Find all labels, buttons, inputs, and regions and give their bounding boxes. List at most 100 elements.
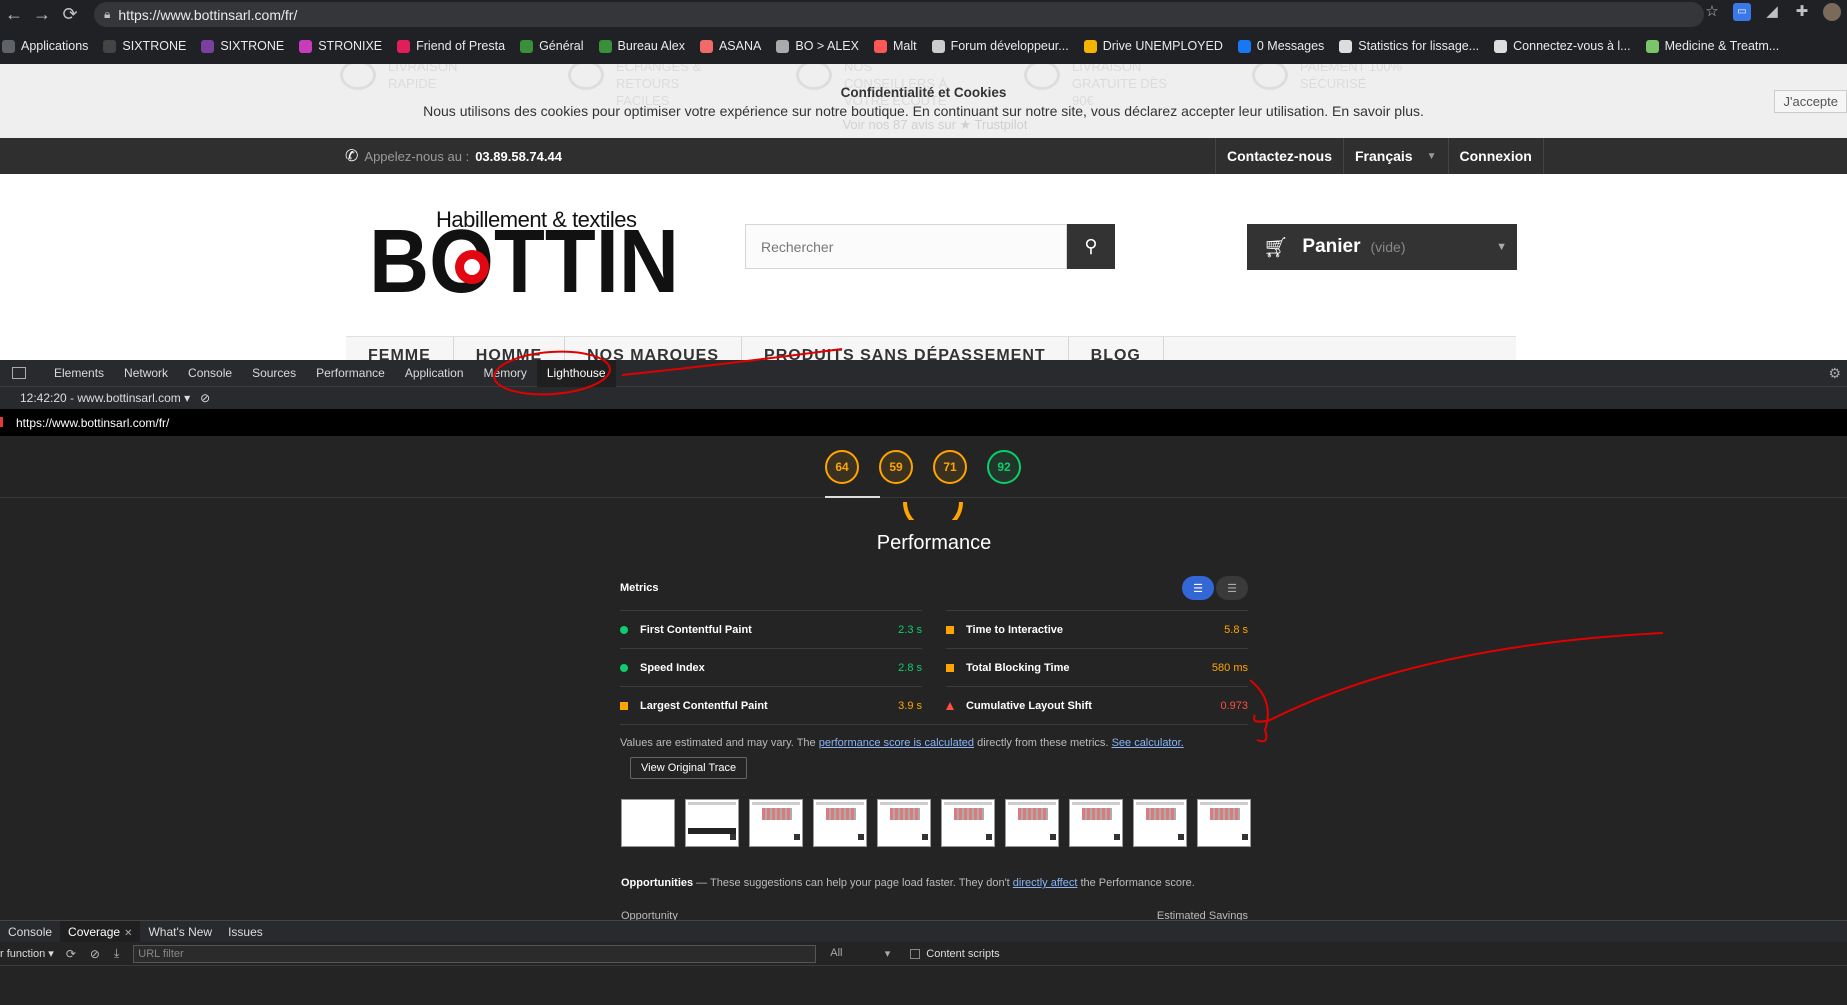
language-selector[interactable]: Français ▼ — [1343, 138, 1448, 174]
address-bar[interactable]: 🔒︎ https://www.bottinsarl.com/fr/ — [94, 2, 1704, 27]
close-icon[interactable]: ✕ — [124, 928, 132, 939]
bookmark-item[interactable]: Medicine & Treatm... — [1645, 39, 1780, 53]
dock-icon[interactable] — [12, 367, 26, 379]
bookmark-favicon-icon — [2, 39, 15, 53]
bookmark-item[interactable]: Statistics for lissage... — [1339, 39, 1479, 53]
profile-avatar[interactable] — [1823, 3, 1841, 21]
devtools-tab-elements[interactable]: Elements — [44, 360, 114, 387]
bookmark-label: Medicine & Treatm... — [1664, 39, 1780, 53]
site-logo[interactable]: Habillement & textiles BOTTIN — [369, 204, 681, 296]
score-gauges: 64 59 71 92 — [825, 450, 1021, 484]
bookmark-item[interactable]: Bureau Alex — [598, 39, 685, 53]
search-button[interactable]: ⚲ — [1067, 224, 1115, 269]
puzzle-icon[interactable]: ✚ — [1793, 3, 1811, 21]
download-icon[interactable]: ⤓ — [114, 946, 119, 961]
bookmark-item[interactable]: Général — [520, 39, 584, 53]
bookmark-favicon-icon — [299, 39, 313, 53]
devtools-tab-application[interactable]: Application — [395, 360, 474, 387]
trustpilot-link[interactable]: Voir nos 87 avis sur ★ Trustpilot — [0, 117, 1847, 133]
menu-item[interactable]: NOS MARQUES — [565, 337, 743, 360]
compact-view-icon[interactable]: ☰ — [1182, 576, 1214, 600]
bookmark-item[interactable]: BO > ALEX — [776, 39, 859, 53]
bookmark-item[interactable]: 0 Messages — [1237, 39, 1324, 53]
content-scripts-checkbox[interactable] — [910, 948, 921, 959]
score-gauge[interactable]: 71 — [933, 450, 967, 484]
cart-button[interactable]: 🛒︎ Panier (vide) ▼ — [1247, 224, 1517, 270]
coverage-toolbar: r function ▾ ⟳ ⊘ ⤓ All▾ Content scripts — [0, 942, 1847, 966]
devtools-tab-performance[interactable]: Performance — [306, 360, 395, 387]
metric-name: Cumulative Layout Shift — [966, 699, 1092, 712]
devtools-tab-network[interactable]: Network — [114, 360, 178, 387]
metric-value: 5.8 s — [1224, 623, 1248, 636]
reload-icon[interactable]: ⟳ — [56, 4, 84, 25]
forward-icon[interactable]: → — [28, 4, 56, 25]
filmstrip-frame — [1197, 799, 1251, 847]
bookmark-favicon-icon — [520, 39, 534, 53]
drawer-tab-what-s-new[interactable]: What's New — [140, 921, 220, 943]
bookmark-favicon-icon — [931, 39, 945, 53]
bookmark-favicon-icon — [201, 39, 215, 53]
type-filter-select[interactable]: All ▾ — [830, 947, 890, 960]
metrics-header: Metrics ☰ ☰ — [620, 572, 1248, 604]
metric-name: Speed Index — [640, 661, 705, 674]
clear-icon[interactable]: ⊘ — [90, 947, 100, 961]
drawer-tab-console[interactable]: Console — [0, 921, 60, 943]
metric-row: Total Blocking Time 580 ms — [946, 648, 1248, 686]
bookmark-favicon-icon — [598, 39, 612, 53]
coverage-mode-select[interactable]: r function ▾ — [0, 947, 54, 960]
score-calculated-link[interactable]: performance score is calculated — [819, 737, 974, 749]
bookmark-item[interactable]: Applications — [2, 39, 88, 53]
expanded-view-icon[interactable]: ☰ — [1216, 576, 1248, 600]
devtools-tab-console[interactable]: Console — [178, 360, 242, 387]
view-trace-button[interactable]: View Original Trace — [630, 757, 748, 779]
extension-icon[interactable]: ▭ — [1733, 3, 1751, 21]
star-icon[interactable]: ☆ — [1703, 3, 1721, 21]
menu-item[interactable]: PRODUITS SANS DÉPASSEMENT — [742, 337, 1069, 360]
menu-item[interactable]: HOMME — [454, 337, 566, 360]
score-gauge[interactable]: 64 — [825, 450, 859, 484]
bookmark-label: SIXTRONE — [122, 39, 187, 53]
address-url[interactable]: https://www.bottinsarl.com/fr/ — [118, 7, 297, 23]
devtools-panel: Elements Network Console Sources Performance… — [0, 359, 1847, 1005]
bookmark-label: BO > ALEX — [795, 39, 859, 53]
devtools-tab-memory[interactable]: Memory — [474, 360, 537, 387]
filmstrip-frame — [1133, 799, 1187, 847]
login-link[interactable]: Connexion — [1447, 138, 1544, 174]
metrics-title: Metrics — [620, 582, 659, 594]
cookie-accept-button[interactable]: J'accepte — [1774, 90, 1847, 113]
clear-icon[interactable]: ⊘ — [200, 391, 210, 405]
contact-link[interactable]: Contactez-nous — [1215, 138, 1343, 174]
metric-name: Total Blocking Time — [966, 661, 1070, 674]
bookmark-item[interactable]: SIXTRONE — [201, 39, 284, 53]
bookmark-item[interactable]: Connectez-vous à l... — [1494, 39, 1631, 53]
bookmark-item[interactable]: STRONIXE — [299, 39, 382, 53]
metric-status-icon — [946, 701, 954, 710]
score-gauge[interactable]: 92 — [987, 450, 1021, 484]
reload-icon[interactable]: ⟳ — [66, 947, 76, 961]
report-selector[interactable]: 12:42:20 - www.bottinsarl.com ▾ — [20, 391, 190, 405]
calculator-link[interactable]: See calculator. — [1112, 737, 1184, 749]
score-gauge[interactable]: 59 — [879, 450, 913, 484]
bookmark-label: Connectez-vous à l... — [1513, 39, 1631, 53]
url-filter-input[interactable] — [133, 944, 817, 963]
content-scripts-label: Content scripts — [926, 947, 1000, 960]
devtools-tab-lighthouse[interactable]: Lighthouse — [536, 359, 616, 387]
drawer-tab-coverage[interactable]: Coverage ✕ — [60, 920, 141, 943]
metric-name: Largest Contentful Paint — [640, 699, 768, 712]
back-icon[interactable]: ← — [0, 4, 28, 25]
directly-affect-link[interactable]: directly affect — [1013, 877, 1078, 889]
extension-icon[interactable]: ◢ — [1763, 3, 1781, 21]
bookmark-item[interactable]: Forum développeur... — [931, 39, 1069, 53]
bookmark-item[interactable]: Malt — [873, 39, 917, 53]
drawer-tabs: Console Coverage ✕ What's New Issues — [0, 920, 1847, 943]
bookmark-item[interactable]: Friend of Presta — [397, 39, 505, 53]
settings-icon[interactable]: ⚙ — [1828, 365, 1841, 382]
bookmark-item[interactable]: Drive UNEMPLOYED — [1083, 39, 1223, 53]
drawer-tab-issues[interactable]: Issues — [220, 921, 271, 943]
menu-item[interactable]: BLOG — [1069, 337, 1164, 360]
search-input[interactable] — [745, 224, 1067, 269]
menu-item[interactable]: FEMME — [346, 337, 454, 360]
devtools-tab-sources[interactable]: Sources — [242, 360, 306, 387]
bookmark-item[interactable]: ASANA — [699, 39, 761, 53]
bookmark-item[interactable]: SIXTRONE — [103, 39, 186, 53]
